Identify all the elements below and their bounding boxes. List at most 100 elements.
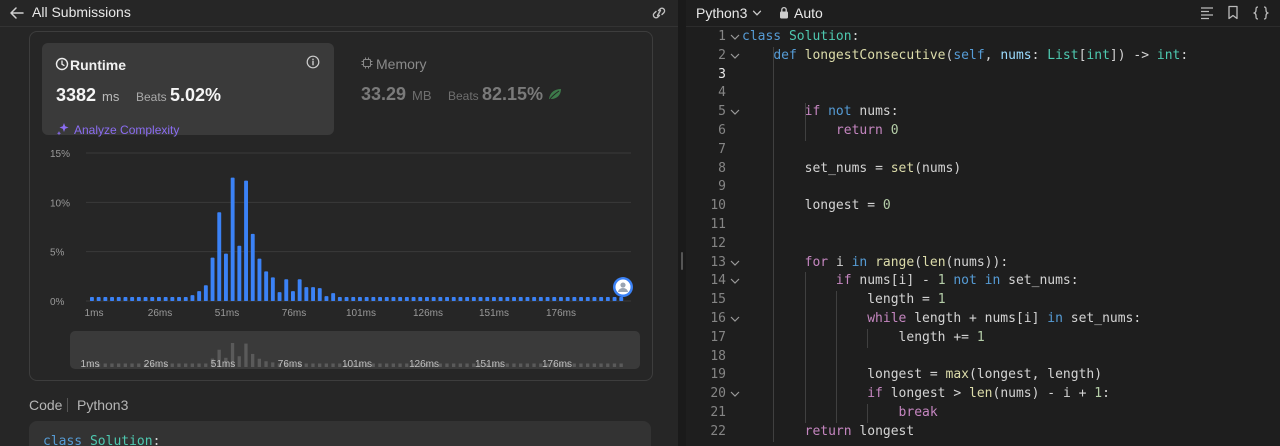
language-select[interactable]: Python3 [696, 5, 747, 21]
line-number: 6 [718, 123, 726, 138]
histogram-bar [244, 180, 248, 301]
format-icon[interactable] [1200, 6, 1214, 20]
result-card: Runtime 3382 ms Beats 5.02% Analyze Comp… [29, 31, 653, 381]
code-line[interactable]: 1 class Solution: [686, 28, 1280, 47]
code-separator [67, 398, 68, 412]
histogram-bar [277, 292, 282, 301]
code-line[interactable]: 6 return 0 [686, 122, 1280, 141]
histogram-bar [445, 297, 449, 301]
range-mini-bar [304, 363, 308, 367]
histogram-bar [110, 297, 114, 301]
histogram-bar [297, 279, 302, 301]
code-text: if longest > len(nums) - i + 1: [867, 386, 1110, 402]
histogram-bar [217, 212, 222, 301]
line-number: 2 [718, 47, 726, 63]
code-line[interactable]: 16 while length + nums[i] in set_nums: [686, 310, 1280, 329]
line-number: 19 [710, 367, 726, 383]
range-mini-bar [251, 353, 255, 367]
range-mini-bar [619, 363, 623, 367]
line-number: 13 [710, 254, 726, 270]
code-line[interactable]: 21 break [686, 404, 1280, 423]
arrow-left-icon[interactable] [9, 5, 25, 21]
range-mini-bar [612, 363, 617, 367]
histogram-bar [351, 297, 356, 301]
y-tick-label: 5% [50, 248, 65, 259]
histogram-bar [451, 297, 456, 301]
range-mini-bar [525, 363, 529, 367]
range-mini-bar [371, 363, 375, 367]
fold-chevron-icon[interactable] [730, 108, 740, 116]
histogram-bar [378, 297, 382, 301]
code-line[interactable]: 22 return longest [686, 423, 1280, 442]
auto-mode-label[interactable]: Auto [794, 5, 823, 21]
histogram-bar [344, 297, 349, 301]
range-mini-bar [264, 361, 268, 367]
code-line[interactable]: 7 [686, 141, 1280, 160]
histogram-bar [197, 291, 202, 301]
code-editor[interactable]: 1 class Solution: 2 def longestConsecutive… [686, 28, 1280, 446]
histogram-bar [579, 297, 583, 301]
code-line[interactable]: 4 [686, 84, 1280, 103]
code-text: if nums[i] - 1 not in set_nums: [835, 273, 1079, 289]
panel-divider[interactable] [678, 0, 686, 446]
histogram-bar [398, 297, 403, 301]
histogram-bar [518, 297, 523, 301]
code-line[interactable]: 15 length = 1 [686, 291, 1280, 310]
histogram-bar [391, 297, 396, 301]
chevron-down-icon[interactable] [752, 8, 762, 18]
code-preview-text: class Solution: [43, 434, 161, 446]
histogram-bar [411, 297, 416, 301]
editor-panel: Python3 Auto 1 class Solution: 2 def longe… [686, 0, 1280, 446]
range-mini-bar [512, 363, 516, 367]
bookmark-icon[interactable] [1227, 5, 1239, 20]
code-line[interactable]: 13 for i in range(len(nums)): [686, 254, 1280, 273]
histogram-bar [485, 297, 490, 301]
histogram-bar [559, 297, 563, 301]
code-line[interactable]: 14 if nums[i] - 1 not in set_nums: [686, 272, 1280, 291]
histogram-bar [116, 297, 121, 301]
line-number: 15 [710, 292, 726, 308]
code-line[interactable]: 2 def longestConsecutive(self, nums: Lis… [686, 47, 1280, 66]
code-line[interactable]: 17 length += 1 [686, 329, 1280, 348]
code-text: longest = 0 [804, 198, 891, 214]
histogram-bar [311, 287, 315, 301]
fold-chevron-icon[interactable] [730, 390, 740, 398]
range-tick-label: 151ms [475, 359, 505, 370]
range-tick-label: 51ms [211, 359, 235, 370]
line-number: 8 [718, 160, 726, 176]
fold-chevron-icon[interactable] [730, 277, 740, 285]
fold-chevron-icon[interactable] [730, 52, 740, 60]
braces-icon[interactable] [1252, 5, 1270, 21]
code-line[interactable]: 18 [686, 348, 1280, 367]
fold-chevron-icon[interactable] [730, 315, 740, 323]
code-line[interactable]: 8 set_nums = set(nums) [686, 160, 1280, 179]
line-number: 14 [710, 273, 726, 289]
code-line[interactable]: 20 if longest > len(nums) - i + 1: [686, 385, 1280, 404]
histogram-bar [438, 297, 443, 301]
code-line[interactable]: 10 longest = 0 [686, 197, 1280, 216]
x-tick-label: 126ms [413, 308, 443, 319]
resize-handle[interactable] [681, 252, 683, 270]
code-preview: class Solution: [29, 421, 651, 446]
code-line[interactable]: 12 [686, 235, 1280, 254]
range-mini-bar [271, 362, 275, 367]
code-line[interactable]: 11 [686, 216, 1280, 235]
histogram-bar [418, 297, 423, 301]
histogram-bar [471, 297, 476, 301]
range-mini-bar [445, 363, 449, 367]
histogram-bar [324, 296, 329, 301]
page-title[interactable]: All Submissions [32, 4, 131, 20]
range-tick-label: 176ms [542, 359, 572, 370]
fold-chevron-icon[interactable] [730, 259, 740, 267]
code-line[interactable]: 5 if not nums: [686, 103, 1280, 122]
link-icon[interactable] [650, 5, 668, 21]
histogram-bar [90, 297, 94, 301]
range-mini-bar [378, 363, 382, 367]
code-text: for i in range(len(nums)): [804, 254, 1009, 270]
code-line[interactable]: 19 longest = max(longest, length) [686, 366, 1280, 385]
code-line[interactable]: 9 [686, 178, 1280, 197]
indent-guide [867, 404, 869, 423]
code-text: class Solution: [742, 29, 860, 44]
code-line[interactable]: 3 [686, 66, 1280, 85]
fold-chevron-icon[interactable] [730, 33, 740, 41]
